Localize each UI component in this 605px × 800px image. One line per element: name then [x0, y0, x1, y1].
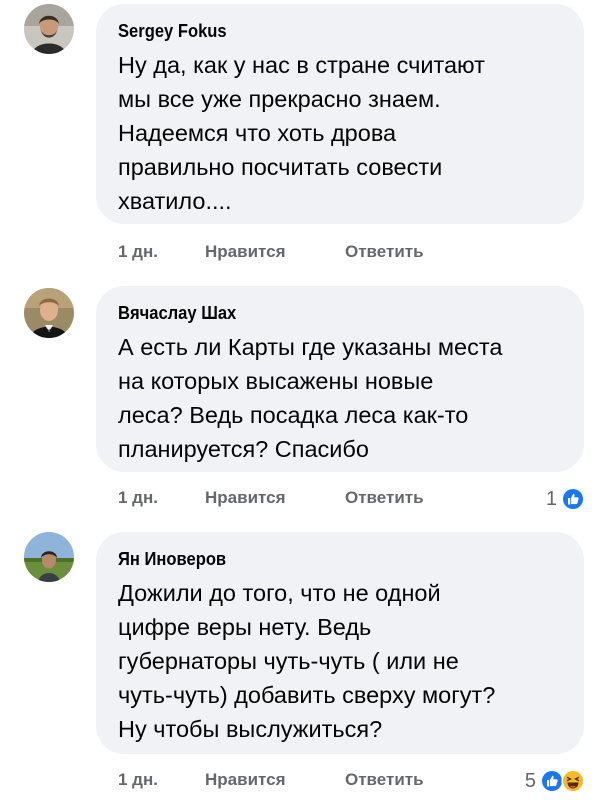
avatar[interactable]: [24, 532, 74, 582]
like-button[interactable]: Нравится: [205, 488, 286, 508]
avatar[interactable]: [24, 288, 74, 338]
avatar[interactable]: [24, 4, 74, 54]
comment-bubble: Sergey Fokus Ну да, как у нас в стране с…: [96, 4, 584, 224]
comment-bubble: Ян Иноверов Дожили до того, что не одной…: [96, 532, 584, 754]
like-button[interactable]: Нравится: [205, 242, 286, 262]
like-icon: [561, 487, 585, 511]
comment-text: Дожили до того, что не одной цифре веры …: [118, 580, 496, 742]
comment-author[interactable]: Sergey Fokus: [118, 20, 526, 42]
reactions-summary[interactable]: 1: [546, 484, 585, 514]
comment-author[interactable]: Ян Иноверов: [118, 548, 526, 570]
comment-bubble: Вячаслау Шах А есть ли Карты где указаны…: [96, 286, 584, 472]
reply-button[interactable]: Ответить: [345, 770, 424, 790]
comment-actions: 1 дн. Нравится Ответить 1: [118, 484, 585, 514]
reactions-summary[interactable]: 5: [525, 766, 585, 796]
avatar-photo: [24, 288, 74, 338]
reply-button[interactable]: Ответить: [345, 488, 424, 508]
reaction-count: 5: [524, 769, 536, 792]
comment-timestamp[interactable]: 1 дн.: [118, 242, 158, 262]
like-button[interactable]: Нравится: [205, 770, 286, 790]
reply-button[interactable]: Ответить: [345, 242, 424, 262]
comment-author[interactable]: Вячаслау Шах: [118, 302, 526, 324]
comment-timestamp[interactable]: 1 дн.: [118, 488, 158, 508]
reaction-count: 1: [545, 487, 557, 510]
avatar-photo: [24, 532, 74, 582]
comment-text: А есть ли Карты где указаны места на кот…: [118, 334, 503, 462]
comment-text: Ну да, как у нас в стране считают мы все…: [118, 52, 485, 214]
avatar-photo: [24, 4, 74, 54]
haha-icon: [561, 769, 585, 793]
comment-actions: 1 дн. Нравится Ответить: [118, 238, 585, 268]
comment-actions: 1 дн. Нравится Ответить 5: [118, 766, 585, 796]
comment-timestamp[interactable]: 1 дн.: [118, 770, 158, 790]
